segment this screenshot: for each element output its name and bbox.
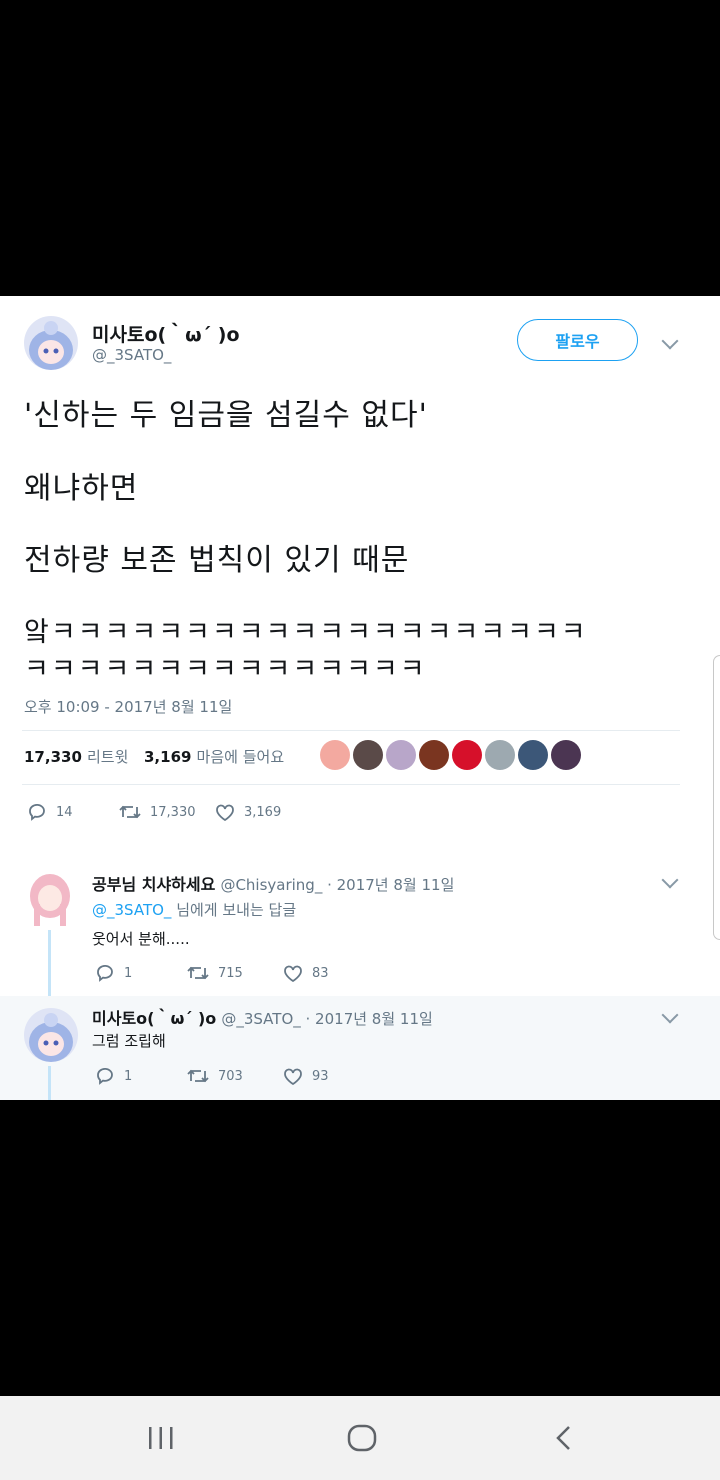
heart-icon — [284, 965, 302, 983]
like-count: 93 — [312, 1068, 329, 1084]
reply-avatar[interactable] — [24, 870, 76, 928]
retweet-icon — [187, 1069, 209, 1083]
liker-avatar[interactable] — [419, 740, 449, 770]
reply-header: 공부님 치샤하세요 @Chisyaring_ · 2017년 8월 11일 — [92, 871, 454, 895]
reply-action[interactable]: 1 — [94, 1065, 132, 1087]
reply-to-suffix: 님에게 보내는 답글 — [176, 901, 297, 919]
recent-apps-icon[interactable] — [146, 1425, 176, 1451]
reply-author-name[interactable]: 미사토o(｀ω´ )o — [92, 1009, 216, 1028]
reply-header: 미사토o(｀ω´ )o @_3SATO_ · 2017년 8월 11일 — [92, 1005, 433, 1029]
liker-avatar[interactable] — [353, 740, 383, 770]
author-avatar[interactable] — [24, 316, 78, 370]
liker-avatar[interactable] — [320, 740, 350, 770]
retweet-action[interactable]: 715 — [186, 962, 243, 984]
heart-icon — [216, 804, 234, 822]
liker-avatar[interactable] — [551, 740, 581, 770]
reply-author-name[interactable]: 공부님 치샤하세요 — [92, 875, 215, 894]
reply-to-line: @_3SATO_ 님에게 보내는 답글 — [92, 899, 296, 920]
retweet-count: 703 — [218, 1068, 243, 1084]
back-icon[interactable] — [552, 1424, 576, 1452]
like-count-action: 3,169 — [244, 804, 282, 820]
retweet-count: 715 — [218, 965, 243, 981]
heart-icon — [284, 1068, 302, 1086]
liker-avatar[interactable] — [452, 740, 482, 770]
like-label: 마음에 들어요 — [196, 748, 285, 766]
reply-author-handle-date[interactable]: @_3SATO_ · 2017년 8월 11일 — [221, 1010, 432, 1028]
reply-to-handle[interactable]: @_3SATO_ — [92, 901, 171, 919]
retweet-icon — [119, 805, 141, 819]
reply-count: 14 — [56, 804, 73, 820]
liker-avatars[interactable] — [320, 740, 581, 770]
retweet-stats[interactable]: 17,330 리트윗 — [24, 746, 128, 767]
liker-avatar[interactable] — [485, 740, 515, 770]
retweet-count: 17,330 — [24, 748, 82, 766]
author-handle[interactable]: @_3SATO_ — [92, 346, 171, 364]
navigation-bar — [0, 1396, 720, 1480]
retweet-icon — [187, 966, 209, 980]
reply-icon — [29, 803, 45, 821]
retweet-action[interactable]: 703 — [186, 1065, 243, 1087]
like-count: 83 — [312, 965, 329, 981]
reply-action[interactable]: 1 — [94, 962, 132, 984]
reply-action[interactable]: 14 — [26, 801, 73, 823]
reply-author-handle-date[interactable]: @Chisyaring_ · 2017년 8월 11일 — [220, 876, 454, 894]
tweet-line-3: 전하량 보존 법칙이 있기 때문 — [24, 543, 410, 578]
like-action[interactable]: 93 — [282, 1065, 329, 1087]
retweet-label: 리트윗 — [86, 748, 129, 766]
liker-avatar[interactable] — [518, 740, 548, 770]
retweet-count-action: 17,330 — [150, 804, 196, 820]
like-stats[interactable]: 3,169 마음에 들어요 — [144, 746, 284, 767]
like-action[interactable]: 3,169 — [214, 801, 281, 823]
reply-avatar[interactable] — [24, 1008, 78, 1062]
tweet-line-1: '신하는 두 임금을 섬길수 없다' — [24, 398, 428, 433]
reply-icon — [97, 1067, 113, 1085]
tweet-line-5: ㅋㅋㅋㅋㅋㅋㅋㅋㅋㅋㅋㅋㅋㅋㅋ — [24, 654, 427, 685]
like-count: 3,169 — [144, 748, 192, 766]
reply-text: 웃어서 분해..... — [92, 930, 190, 948]
author-name[interactable]: 미사토o(｀ω´ )o — [92, 320, 240, 347]
thread-line — [48, 930, 51, 996]
reply-text: 그럼 조립해 — [92, 1032, 166, 1050]
scrollbar[interactable] — [713, 655, 720, 940]
tweet-timestamp[interactable]: 오후 10:09 - 2017년 8월 11일 — [24, 696, 232, 717]
thread-line — [48, 1066, 51, 1100]
follow-button[interactable]: 팔로우 — [517, 319, 638, 361]
reply-count: 1 — [124, 1068, 133, 1084]
reply-count: 1 — [124, 965, 133, 981]
home-icon[interactable] — [347, 1424, 377, 1452]
divider — [22, 784, 680, 785]
retweet-action[interactable]: 17,330 — [118, 801, 196, 823]
reply-icon — [97, 964, 113, 982]
like-action[interactable]: 83 — [282, 962, 329, 984]
tweet-line-4: 앜ㅋㅋㅋㅋㅋㅋㅋㅋㅋㅋㅋㅋㅋㅋㅋㅋㅋㅋㅋㅋ — [24, 617, 588, 648]
liker-avatar[interactable] — [386, 740, 416, 770]
tweet-line-2: 왜냐하면 — [24, 471, 139, 506]
divider — [22, 730, 680, 731]
